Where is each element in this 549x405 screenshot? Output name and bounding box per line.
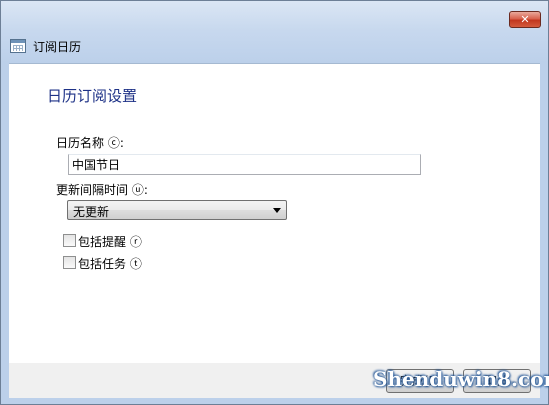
update-interval-select[interactable]: 无更新 xyxy=(67,200,287,220)
update-interval-label: 更新间隔时间 ⓤ: xyxy=(56,183,148,197)
dialog-window: ✕ 订阅日历 日历订阅设置 日历名称 ⓒ: 更新间隔时间 ⓤ: 无更新 包括提醒… xyxy=(0,0,549,405)
include-reminders-checkbox[interactable] xyxy=(63,234,76,247)
title-bar[interactable]: ✕ 订阅日历 xyxy=(1,1,548,63)
include-reminders-label: 包括提醒 ⓡ xyxy=(78,235,142,249)
calendar-name-label: 日历名称 ⓒ: xyxy=(56,136,124,150)
calendar-name-input[interactable] xyxy=(68,154,421,175)
window-title: 订阅日历 xyxy=(33,40,82,54)
dialog-content: 日历订阅设置 日历名称 ⓒ: 更新间隔时间 ⓤ: 无更新 包括提醒 ⓡ 包括任务… xyxy=(9,63,540,363)
include-tasks-checkbox[interactable] xyxy=(63,256,76,269)
update-interval-value: 无更新 xyxy=(73,205,110,219)
watermark: Shenduwin8.com xyxy=(373,367,549,391)
close-button[interactable]: ✕ xyxy=(509,11,541,28)
include-tasks-label: 包括任务 ⓣ xyxy=(78,257,142,271)
page-title: 日历订阅设置 xyxy=(47,87,138,105)
calendar-icon xyxy=(10,39,26,53)
close-icon: ✕ xyxy=(520,13,530,26)
chevron-down-icon xyxy=(273,208,281,213)
